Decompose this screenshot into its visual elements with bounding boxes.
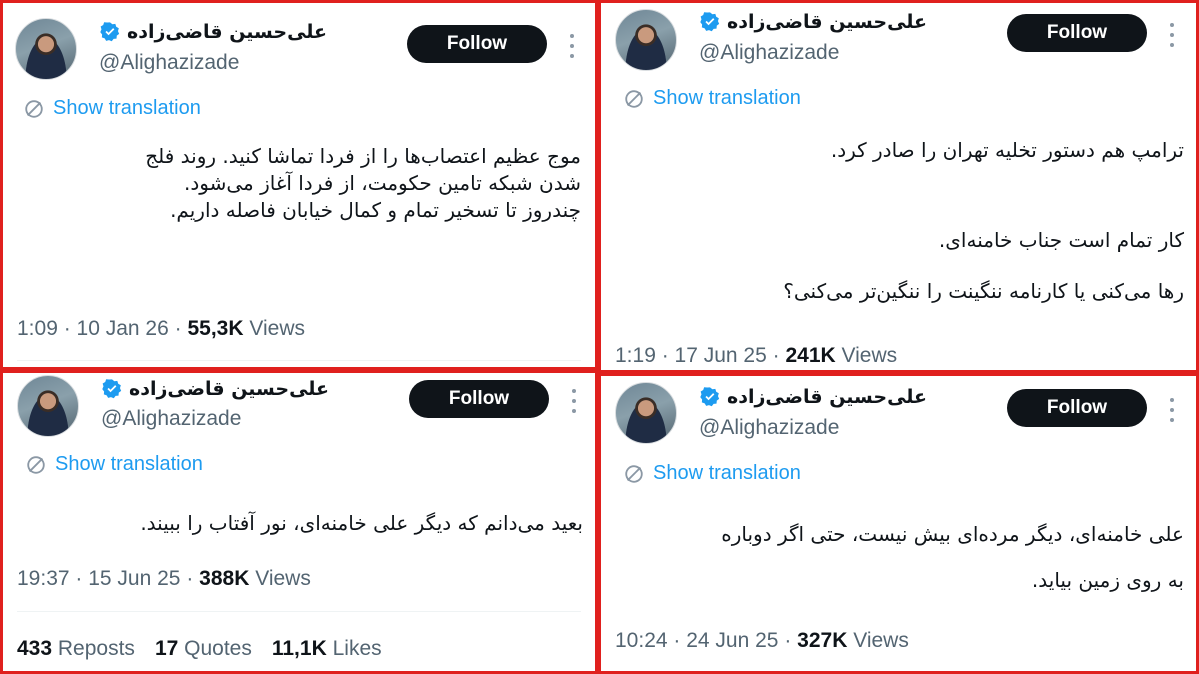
views-label: Views: [841, 344, 898, 367]
show-translation-link[interactable]: Show translation: [25, 453, 203, 476]
author-name-row[interactable]: علی‌حسین قاضی‌زاده: [99, 21, 327, 43]
tweet-date[interactable]: 15 Jun 25: [88, 567, 180, 590]
follow-button[interactable]: Follow: [409, 380, 549, 418]
author-handle[interactable]: @Alighazizade: [99, 51, 239, 75]
views-label: Views: [255, 567, 311, 590]
verified-badge-icon: [700, 12, 720, 32]
divider: [17, 360, 581, 361]
verified-badge-icon: [700, 387, 720, 407]
author-display-name: علی‌حسین قاضی‌زاده: [127, 21, 328, 43]
translate-icon: [27, 455, 45, 474]
author-handle[interactable]: @Alighazizade: [101, 407, 241, 431]
reposts-count: 433: [17, 637, 53, 660]
tweet-line: رها می‌کنی یا کارنامه ننگینت را ننگین‌تر…: [783, 279, 1184, 303]
likes-label: Likes: [332, 637, 382, 660]
likes-stat[interactable]: 11,1K Likes: [272, 637, 382, 661]
avatar[interactable]: [15, 18, 77, 80]
tweet-line: شدن شبکه تامین حکومت، از فردا آغاز می‌شو…: [184, 171, 581, 195]
tweet-card: علی‌حسین قاضی‌زاده @Alighazizade Follow …: [0, 370, 598, 674]
author-display-name: علی‌حسین قاضی‌زاده: [129, 378, 330, 400]
views-count: 388K: [199, 567, 250, 590]
show-translation-label: Show translation: [53, 97, 201, 119]
tweet-text: علی خامنه‌ای، دیگر مرده‌ای بیش نیست، حتی…: [614, 511, 1184, 603]
tweet-card: علی‌حسین قاضی‌زاده @Alighazizade Follow …: [598, 0, 1199, 373]
tweet-line: علی خامنه‌ای، دیگر مرده‌ای بیش نیست، حتی…: [721, 522, 1184, 546]
quotes-label: Quotes: [184, 637, 252, 660]
tweet-text: موج عظیم اعتصاب‌ها را از فردا تماشا کنید…: [11, 143, 581, 224]
tweet-time[interactable]: 10:24: [615, 629, 668, 652]
follow-button[interactable]: Follow: [407, 25, 547, 63]
tweet-text: ترامپ هم دستور تخلیه تهران را صادر کرد. …: [614, 133, 1184, 308]
quotes-count: 17: [154, 637, 179, 660]
more-options-icon[interactable]: [569, 34, 575, 58]
avatar[interactable]: [615, 9, 677, 71]
author-name-row[interactable]: علی‌حسین قاضی‌زاده: [699, 11, 927, 33]
tweet-time[interactable]: 1:19: [615, 344, 656, 367]
translate-icon: [625, 89, 643, 108]
translate-icon: [25, 99, 43, 118]
views-count: 55,3K: [187, 317, 244, 340]
views-label: Views: [249, 317, 305, 340]
follow-button[interactable]: Follow: [1007, 14, 1147, 52]
tweet-line: موج عظیم اعتصاب‌ها را از فردا تماشا کنید…: [145, 144, 581, 168]
reposts-stat[interactable]: 433 Reposts: [17, 637, 135, 661]
author-display-name: علی‌حسین قاضی‌زاده: [727, 386, 928, 408]
more-options-icon[interactable]: [1169, 398, 1175, 422]
views-count: 327K: [797, 629, 848, 652]
translate-icon: [625, 464, 643, 483]
avatar[interactable]: [615, 382, 677, 444]
show-translation-link[interactable]: Show translation: [23, 97, 201, 120]
likes-count: 11,1K: [271, 637, 327, 660]
show-translation-link[interactable]: Show translation: [623, 462, 801, 485]
tweet-date[interactable]: 10 Jan 26: [77, 317, 169, 340]
author-handle[interactable]: @Alighazizade: [699, 41, 839, 65]
tweet-line: بعید می‌دانم که دیگر علی خامنه‌ای، نور آ…: [140, 511, 583, 535]
quotes-stat[interactable]: 17 Quotes: [155, 637, 252, 661]
tweet-text: بعید می‌دانم که دیگر علی خامنه‌ای، نور آ…: [13, 507, 583, 539]
views-label: Views: [853, 629, 909, 652]
more-options-icon[interactable]: [571, 389, 577, 413]
tweet-card: علی‌حسین قاضی‌زاده @Alighazizade Follow …: [598, 373, 1199, 674]
divider: [17, 611, 581, 612]
tweet-date[interactable]: 24 Jun 25: [686, 629, 778, 652]
verified-badge-icon: [102, 379, 122, 399]
reposts-label: Reposts: [57, 637, 135, 660]
tweet-line: به روی زمین بیاید.: [1031, 568, 1184, 592]
author-display-name: علی‌حسین قاضی‌زاده: [727, 11, 928, 33]
tweet-meta: 1:19 · 17 Jun 25 · 241K Views: [615, 344, 898, 367]
tweet-meta: 1:09 · 10 Jan 26 · 55,3K Views: [17, 317, 305, 340]
tweet-card: علی‌حسین قاضی‌زاده @Alighazizade Follow …: [0, 0, 598, 370]
tweet-date[interactable]: 17 Jun 25: [675, 344, 767, 367]
tweet-line: کار تمام است جناب خامنه‌ای.: [938, 228, 1184, 252]
tweet-time[interactable]: 1:09: [17, 317, 58, 340]
show-translation-label: Show translation: [55, 453, 203, 475]
author-name-row[interactable]: علی‌حسین قاضی‌زاده: [101, 378, 329, 400]
verified-badge-icon: [100, 22, 120, 42]
views-count: 241K: [785, 344, 836, 367]
avatar[interactable]: [17, 375, 79, 437]
more-options-icon[interactable]: [1169, 23, 1175, 47]
show-translation-link[interactable]: Show translation: [623, 87, 801, 110]
author-name-row[interactable]: علی‌حسین قاضی‌زاده: [699, 386, 927, 408]
show-translation-label: Show translation: [653, 87, 801, 109]
author-handle[interactable]: @Alighazizade: [699, 416, 839, 440]
engagement-stats: 433 Reposts 17 Quotes 11,1K Likes: [17, 637, 382, 661]
tweet-meta: 19:37 · 15 Jun 25 · 388K Views: [17, 567, 311, 590]
tweet-time[interactable]: 19:37: [17, 567, 70, 590]
follow-button[interactable]: Follow: [1007, 389, 1147, 427]
tweet-meta: 10:24 · 24 Jun 25 · 327K Views: [615, 629, 909, 652]
show-translation-label: Show translation: [653, 462, 801, 484]
tweet-line: چندروز تا تسخیر تمام و کمال خیابان فاصله…: [170, 198, 581, 222]
tweet-line: ترامپ هم دستور تخلیه تهران را صادر کرد.: [830, 138, 1184, 162]
